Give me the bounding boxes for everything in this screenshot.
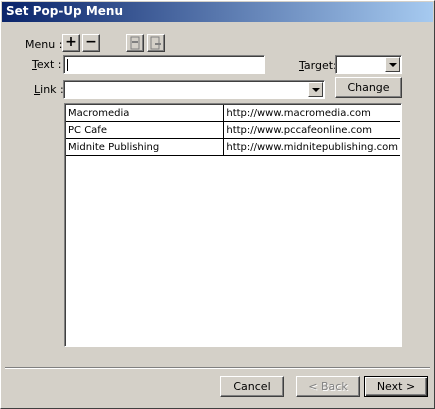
change-button-label: hange	[355, 81, 390, 94]
move-down-button[interactable]	[147, 34, 165, 52]
text-label: Text :	[32, 58, 61, 71]
item-text-cell[interactable]: Midnite Publishing	[66, 138, 225, 156]
menu-label: Menu :	[25, 38, 63, 51]
table-row[interactable]: Midnite Publishing http://www.midnitepub…	[66, 138, 400, 156]
chevron-down-icon[interactable]	[308, 82, 323, 97]
target-dropdown[interactable]	[335, 55, 402, 74]
move-up-icon	[130, 36, 140, 50]
add-item-button[interactable]: +	[62, 34, 80, 52]
plus-icon: +	[65, 34, 77, 50]
move-down-icon	[150, 36, 161, 50]
dialog-window: Set Pop-Up Menu Menu : + − Text : Target…	[0, 0, 435, 409]
text-caret	[67, 59, 68, 71]
link-label: Link :	[34, 83, 64, 96]
change-button-accel: C	[347, 81, 356, 94]
title-bar: Set Pop-Up Menu	[2, 2, 433, 22]
item-link-cell[interactable]: http://www.macromedia.com	[223, 105, 400, 122]
item-text-cell[interactable]: PC Cafe	[66, 121, 225, 139]
text-label-rest: ext :	[36, 58, 62, 71]
target-label-rest: arget:	[303, 59, 337, 72]
item-link-cell[interactable]: http://www.pccafeonline.com	[223, 121, 400, 139]
change-button[interactable]: Change	[335, 77, 402, 98]
item-text-cell[interactable]: Macromedia	[66, 105, 225, 122]
text-input[interactable]	[63, 55, 265, 74]
item-link-cell[interactable]: http://www.midnitepublishing.com	[223, 138, 400, 156]
move-up-button[interactable]	[126, 34, 144, 52]
minus-icon: −	[85, 34, 97, 50]
remove-item-button[interactable]: −	[82, 34, 100, 52]
cancel-button[interactable]: Cancel	[220, 376, 284, 397]
table-row[interactable]: Macromedia http://www.macromedia.com	[66, 105, 400, 122]
next-button[interactable]: Next >	[364, 376, 428, 397]
table-row[interactable]: PC Cafe http://www.pccafeonline.com	[66, 121, 400, 139]
chevron-down-icon[interactable]	[385, 57, 400, 72]
target-label: Target:	[299, 59, 337, 72]
menu-items-list[interactable]: Macromedia http://www.macromedia.com PC …	[64, 103, 402, 347]
dialog-title: Set Pop-Up Menu	[6, 4, 123, 18]
link-label-rest: ink :	[40, 83, 64, 96]
back-button[interactable]: < Back	[296, 376, 360, 397]
link-dropdown[interactable]	[63, 80, 325, 99]
footer-divider	[5, 367, 430, 369]
